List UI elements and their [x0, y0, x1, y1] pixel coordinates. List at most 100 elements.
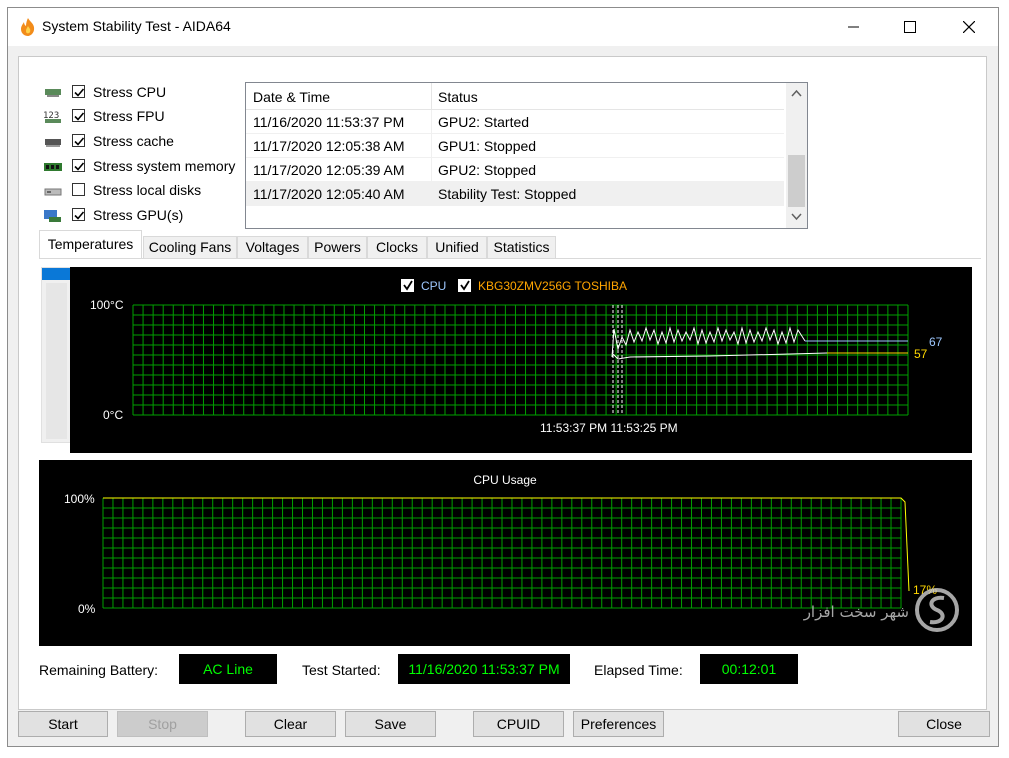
temperature-graph: CPU KBG30ZMV256G TOSHIBA 100°C 0°C 11:53… — [70, 267, 972, 453]
checkmark-icon — [74, 162, 85, 171]
y-max-label: 100°C — [90, 298, 124, 312]
tab-statistics[interactable]: Statistics — [487, 236, 556, 258]
checkbox[interactable] — [72, 85, 85, 98]
app-window: System Stability Test - AIDA64 Stress CP… — [7, 7, 999, 747]
disk-temperature-line — [611, 352, 828, 360]
graph-grid — [132, 304, 909, 416]
stress-option-label: Stress cache — [93, 133, 174, 149]
checkmark-icon — [74, 211, 85, 220]
y-max-label: 100% — [64, 492, 95, 506]
column-divider — [431, 182, 432, 206]
column-divider — [431, 134, 432, 158]
scrollbar-track — [46, 283, 67, 439]
tab-temperatures[interactable]: Temperatures — [39, 230, 142, 259]
log-header: Date & Time Status — [246, 83, 784, 110]
graph-title: CPU Usage — [473, 473, 537, 487]
clear-button[interactable]: Clear — [245, 711, 336, 737]
stress-option[interactable]: Stress cache — [41, 131, 241, 153]
battery-value: AC Line — [179, 654, 277, 684]
checkbox[interactable] — [72, 134, 85, 147]
tab-voltages[interactable]: Voltages — [237, 236, 308, 258]
temperature-graph-canvas: CPU KBG30ZMV256G TOSHIBA 100°C 0°C 11:53… — [90, 279, 943, 435]
checkmark-icon — [74, 112, 85, 121]
y-min-label: 0°C — [103, 408, 123, 422]
legend-label-disk: KBG30ZMV256G TOSHIBA — [478, 279, 627, 293]
log-status: GPU2: Stopped — [438, 162, 537, 178]
close-icon — [963, 21, 975, 33]
aida64-flame-icon — [21, 18, 35, 36]
column-divider — [431, 110, 432, 134]
log-datetime: 11/17/2020 12:05:39 AM — [253, 162, 405, 178]
test-started-label: Test Started: — [302, 662, 381, 678]
tab-divider — [39, 258, 981, 259]
stress-option-label: Stress system memory — [93, 158, 236, 174]
stop-button[interactable]: Stop — [117, 711, 208, 737]
time-label: 11:53:37 PM 11:53:25 PM — [540, 421, 678, 435]
cpu-chip-icon — [45, 89, 61, 97]
event-log-list[interactable]: Date & Time Status 11/16/2020 11:53:37 P… — [245, 82, 808, 229]
cache-chip-icon — [45, 139, 61, 147]
legend-disk[interactable]: KBG30ZMV256G TOSHIBA — [458, 279, 627, 293]
header-divider — [431, 83, 432, 109]
fpu-123-icon: 123 — [43, 111, 61, 123]
legend-checkbox-cpu[interactable] — [401, 279, 414, 292]
elapsed-time-label: Elapsed Time: — [594, 662, 683, 678]
main-panel: Stress CPU 123 Stress FPU Stress cache Stres… — [18, 56, 987, 710]
cpu-temperature-line — [611, 326, 806, 358]
log-header-datetime[interactable]: Date & Time — [253, 89, 330, 105]
disk-current-value: 57 — [914, 347, 928, 361]
column-divider — [431, 158, 432, 182]
start-button[interactable]: Start — [18, 711, 108, 737]
title-bar[interactable]: System Stability Test - AIDA64 — [8, 8, 998, 46]
graph-tabs: Temperatures Cooling Fans Voltages Powers Cl… — [39, 230, 979, 259]
table-row[interactable]: 11/17/2020 12:05:39 AM GPU2: Stopped — [246, 158, 784, 182]
checkbox[interactable] — [72, 109, 85, 122]
y-min-label: 0% — [78, 602, 96, 616]
checkmark-icon — [74, 137, 85, 146]
watermark-s-icon — [929, 595, 945, 625]
stress-option[interactable]: 123 Stress FPU — [41, 106, 241, 128]
scrollbar-thumb[interactable] — [788, 155, 805, 207]
maximize-button[interactable] — [887, 8, 933, 46]
legend-cpu[interactable]: CPU — [401, 279, 446, 293]
checkbox[interactable] — [72, 208, 85, 221]
scroll-down-icon[interactable] — [791, 213, 802, 221]
preferences-button[interactable]: Preferences — [573, 711, 664, 737]
stress-option[interactable]: Stress GPU(s) — [41, 205, 241, 227]
stress-option-label: Stress GPU(s) — [93, 207, 184, 223]
sensor-scrollbar[interactable] — [41, 267, 72, 443]
minimize-button[interactable] — [831, 8, 877, 46]
memory-module-icon — [44, 163, 62, 171]
table-row[interactable]: 11/17/2020 12:05:38 AM GPU1: Stopped — [246, 134, 784, 158]
stress-option-label: Stress CPU — [93, 84, 167, 100]
checkbox[interactable] — [72, 183, 85, 196]
cpu-current-value: 67 — [929, 335, 943, 349]
stress-option-label: Stress local disks — [93, 182, 202, 198]
save-button[interactable]: Save — [345, 711, 436, 737]
scroll-up-icon[interactable] — [791, 89, 802, 97]
maximize-icon — [904, 21, 916, 33]
tab-powers[interactable]: Powers — [308, 236, 367, 258]
cpuid-button[interactable]: CPUID — [473, 711, 564, 737]
table-row-selected[interactable]: 11/17/2020 12:05:40 AM Stability Test: S… — [246, 182, 784, 206]
log-scrollbar[interactable] — [786, 83, 807, 228]
log-datetime: 11/17/2020 12:05:38 AM — [253, 138, 405, 154]
elapsed-time-value: 00:12:01 — [700, 654, 798, 684]
checkmark-icon — [74, 88, 85, 97]
table-row[interactable]: 11/16/2020 11:53:37 PM GPU2: Started — [246, 110, 784, 134]
cpu-usage-graph: CPU Usage 100% 0% 17% شهر سخت افزار — [39, 460, 972, 646]
log-status: GPU1: Stopped — [438, 138, 537, 154]
stress-option-label: Stress FPU — [93, 108, 165, 124]
scrollbar-thumb[interactable] — [42, 268, 71, 280]
log-header-status[interactable]: Status — [438, 89, 478, 105]
stress-option[interactable]: Stress local disks — [41, 180, 241, 202]
checkbox[interactable] — [72, 159, 85, 172]
stress-option[interactable]: Stress CPU — [41, 82, 241, 104]
stress-option[interactable]: Stress system memory — [41, 156, 241, 178]
legend-checkbox-disk[interactable] — [458, 279, 471, 292]
tab-clocks[interactable]: Clocks — [367, 236, 427, 258]
close-window-button[interactable] — [946, 8, 992, 46]
close-button[interactable]: Close — [898, 711, 990, 737]
tab-unified[interactable]: Unified — [427, 236, 487, 258]
tab-cooling-fans[interactable]: Cooling Fans — [143, 236, 237, 258]
